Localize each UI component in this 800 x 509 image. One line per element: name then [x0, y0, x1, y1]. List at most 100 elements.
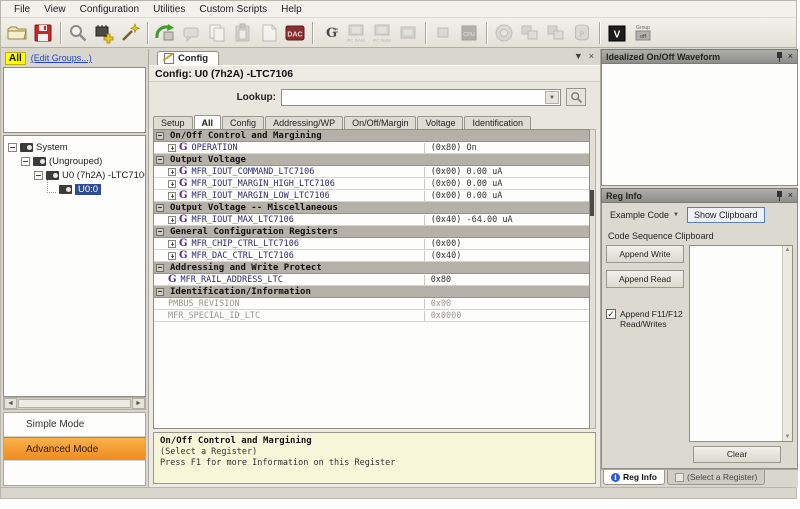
tree-item--ungrouped-[interactable]: (Ungrouped): [4, 154, 145, 168]
group-off-icon[interactable]: Groupoff: [631, 21, 655, 45]
register-row-mfr_dac_ctrl_ltc7106[interactable]: GMFR_DAC_CTRL_LTC7106(0x40): [154, 250, 589, 262]
tab-addressing-wp[interactable]: Addressing/WP: [265, 116, 343, 129]
lookup-input[interactable]: ▼: [281, 89, 561, 106]
register-row-mfr_iout_margin_high_ltc7106[interactable]: GMFR_IOUT_MARGIN_HIGH_LTC7106(0x00) 0.00…: [154, 178, 589, 190]
tab-identification[interactable]: Identification: [464, 116, 531, 129]
register-expand-icon[interactable]: [168, 192, 176, 200]
advanced-mode-button[interactable]: Advanced Mode: [4, 437, 145, 461]
write-icon[interactable]: [153, 21, 177, 45]
config-document-tab[interactable]: Config: [157, 51, 219, 65]
register-row-mfr_iout_command_ltc7106[interactable]: GMFR_IOUT_COMMAND_LTC7106(0x00) 0.00 uA: [154, 166, 589, 178]
menu-configuration[interactable]: Configuration: [73, 3, 146, 16]
section-row-general-configuration-registers[interactable]: General Configuration Registers: [154, 226, 589, 238]
tab-setup[interactable]: Setup: [153, 116, 193, 129]
lookup-dropdown-icon[interactable]: ▼: [545, 91, 559, 104]
tree-expander-icon[interactable]: [34, 171, 43, 180]
tree-item-system[interactable]: System: [4, 140, 145, 154]
menu-file[interactable]: File: [7, 3, 37, 16]
tree-item-u0-7h2a-ltc7106[interactable]: U0 (7h2A) -LTC7106: [4, 168, 145, 182]
append-write-button[interactable]: Append Write: [606, 245, 684, 263]
register-expand-icon[interactable]: [168, 144, 176, 152]
doc-close-icon[interactable]: ×: [589, 51, 594, 61]
edit-groups-link[interactable]: (Edit Groups...): [31, 53, 92, 63]
section-collapse-icon[interactable]: [156, 264, 164, 272]
scroll-right-icon[interactable]: ►: [132, 398, 145, 409]
example-code-dropdown[interactable]: Example Code ▼: [606, 208, 683, 222]
register-row-mfr_iout_max_ltc7106[interactable]: GMFR_IOUT_MAX_LTC7106(0x40) -64.00 uA: [154, 214, 589, 226]
tab-all[interactable]: All: [194, 115, 222, 129]
open-file-icon[interactable]: [5, 21, 29, 45]
tree-item-u0-0[interactable]: U0:0: [4, 182, 145, 196]
show-clipboard-button[interactable]: Show Clipboard: [687, 207, 765, 223]
register-value[interactable]: 0x00: [424, 299, 589, 309]
dock-tab--select-a-register-[interactable]: (Select a Register): [667, 470, 765, 485]
splitter-grip[interactable]: [590, 190, 594, 216]
tab-on-off-margin[interactable]: On/Off/Margin: [344, 116, 416, 129]
register-value[interactable]: (0x40) -64.00 uA: [424, 215, 589, 225]
doc-list-dropdown-icon[interactable]: ▼: [574, 51, 583, 61]
dock-tab-reg-info[interactable]: iReg Info: [603, 470, 665, 485]
section-row-identification-information[interactable]: Identification/Information: [154, 286, 589, 298]
section-collapse-icon[interactable]: [156, 228, 164, 236]
code-clipboard-textarea[interactable]: ▲ ▼: [689, 245, 793, 442]
save-icon[interactable]: [31, 21, 55, 45]
lookup-search-button[interactable]: [566, 88, 586, 106]
scrollbar-thumb[interactable]: [18, 399, 131, 408]
dac-icon[interactable]: DAC: [283, 21, 307, 45]
register-expand-icon[interactable]: [168, 216, 176, 224]
section-collapse-icon[interactable]: [156, 204, 164, 212]
register-value[interactable]: (0x00): [424, 239, 589, 249]
add-device-icon[interactable]: [92, 21, 116, 45]
section-row-addressing-and-write-protect[interactable]: Addressing and Write Protect: [154, 262, 589, 274]
register-expand-icon[interactable]: [168, 240, 176, 248]
section-row-output-voltage[interactable]: Output Voltage: [154, 154, 589, 166]
group-all-badge[interactable]: All: [5, 52, 26, 65]
grid-splitter[interactable]: [590, 129, 596, 429]
register-value[interactable]: (0x80) On: [424, 143, 589, 153]
tree-expander-icon[interactable]: [21, 157, 30, 166]
clear-button[interactable]: Clear: [693, 446, 781, 463]
register-row-mfr_iout_margin_low_ltc7106[interactable]: GMFR_IOUT_MARGIN_LOW_LTC7106(0x00) 0.00 …: [154, 190, 589, 202]
pin-icon[interactable]: [776, 52, 783, 62]
register-expand-icon[interactable]: [168, 180, 176, 188]
section-row-output-voltage-miscellaneous[interactable]: Output Voltage -- Miscellaneous: [154, 202, 589, 214]
vertical-view-icon[interactable]: V: [605, 21, 629, 45]
simple-mode-button[interactable]: Simple Mode: [4, 413, 145, 437]
menu-help[interactable]: Help: [274, 3, 309, 16]
menu-view[interactable]: View: [37, 3, 73, 16]
register-value[interactable]: 0x0000: [424, 311, 589, 321]
tree-expander-icon[interactable]: [8, 143, 17, 152]
menu-custom-scripts[interactable]: Custom Scripts: [192, 3, 274, 16]
register-value[interactable]: (0x00) 0.00 uA: [424, 191, 589, 201]
register-value[interactable]: (0x00) 0.00 uA: [424, 179, 589, 189]
pin-icon[interactable]: [776, 191, 783, 201]
wizard-icon[interactable]: [118, 21, 142, 45]
textarea-scrollbar[interactable]: ▲ ▼: [782, 246, 792, 441]
section-collapse-icon[interactable]: [156, 156, 164, 164]
close-icon[interactable]: ×: [788, 52, 793, 61]
search-icon[interactable]: [66, 21, 90, 45]
append-f11-checkbox[interactable]: ✓: [606, 309, 616, 319]
scroll-left-icon[interactable]: ◄: [4, 398, 17, 409]
register-row-mfr_special_id_ltc[interactable]: MFR_SPECIAL_ID_LTC0x0000: [154, 310, 589, 322]
tree-hscrollbar[interactable]: ◄ ►: [3, 397, 146, 410]
register-value[interactable]: (0x00) 0.00 uA: [424, 167, 589, 177]
tab-voltage[interactable]: Voltage: [417, 116, 463, 129]
register-row-mfr_rail_address_ltc[interactable]: GMFR_RAIL_ADDRESS_LTC0x80: [154, 274, 589, 286]
scroll-down-icon[interactable]: ▼: [785, 434, 791, 440]
register-row-pmbus_revision[interactable]: PMBUS_REVISION0x00: [154, 298, 589, 310]
section-row-on-off-control-and-margining[interactable]: On/Off Control and Margining: [154, 130, 589, 142]
register-value[interactable]: 0x80: [424, 275, 589, 285]
register-row-operation[interactable]: GOPERATION(0x80) On: [154, 142, 589, 154]
menu-utilities[interactable]: Utilities: [146, 3, 192, 16]
register-row-mfr_chip_ctrl_ltc7106[interactable]: GMFR_CHIP_CTRL_LTC7106(0x00): [154, 238, 589, 250]
append-read-button[interactable]: Append Read: [606, 270, 684, 288]
register-expand-icon[interactable]: [168, 252, 176, 260]
section-collapse-icon[interactable]: [156, 288, 164, 296]
section-collapse-icon[interactable]: [156, 132, 164, 140]
register-expand-icon[interactable]: [168, 168, 176, 176]
scroll-up-icon[interactable]: ▲: [785, 247, 791, 253]
telemetry-icon[interactable]: G: [318, 21, 342, 45]
tab-config[interactable]: Config: [222, 116, 264, 129]
register-value[interactable]: (0x40): [424, 251, 589, 261]
